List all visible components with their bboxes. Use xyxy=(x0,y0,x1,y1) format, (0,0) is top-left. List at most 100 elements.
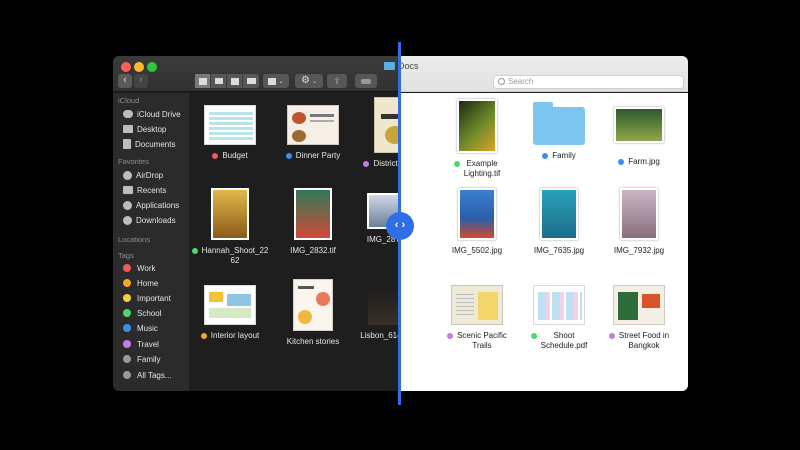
sidebar-item-downloads[interactable]: Downloads xyxy=(123,214,176,226)
sidebar-tag-home[interactable]: Home xyxy=(123,277,158,289)
search-field[interactable]: Search xyxy=(493,75,684,89)
tag-color-dot xyxy=(123,324,131,332)
group-button[interactable]: ⌄ xyxy=(263,74,289,88)
close-button[interactable] xyxy=(121,62,131,72)
file-farm[interactable]: Farm.jpg xyxy=(598,107,680,167)
document-thumbnail xyxy=(293,279,333,331)
sidebar-tag-work[interactable]: Work xyxy=(123,262,156,274)
tag-dot xyxy=(447,333,454,339)
action-button[interactable]: ⚙ ⌄ xyxy=(295,74,323,88)
airdrop-icon xyxy=(123,170,132,180)
tag-dot xyxy=(530,333,537,339)
file-img-2832[interactable]: IMG_2832.tif xyxy=(272,188,354,256)
tag-dot xyxy=(453,161,460,167)
file-img-7932[interactable]: IMG_7932.jpg xyxy=(598,188,680,256)
tag-dot xyxy=(212,153,219,159)
file-budget[interactable]: Budget xyxy=(189,105,271,161)
photo-thumbnail xyxy=(211,188,249,240)
minimize-button[interactable] xyxy=(134,62,144,72)
photo-thumbnail xyxy=(294,188,332,240)
sidebar-tag-all-tags[interactable]: All Tags... xyxy=(123,369,172,381)
pdf-thumbnail xyxy=(533,285,585,325)
tag-color-dot xyxy=(123,371,131,379)
cloud-icon xyxy=(123,110,133,118)
share-button[interactable]: ⇪ xyxy=(327,74,347,88)
file-img-7635[interactable]: IMG_7635.jpg xyxy=(518,188,600,256)
gear-icon: ⚙ ⌄ xyxy=(301,75,317,86)
group-by-icon: ⌄ xyxy=(263,74,289,88)
tag-color-dot xyxy=(123,355,131,363)
sidebar-tag-family[interactable]: Family xyxy=(123,353,161,365)
tag-icon xyxy=(355,74,377,88)
photo-thumbnail xyxy=(620,188,658,240)
sidebar-tag-travel[interactable]: Travel xyxy=(123,338,159,350)
tag-color-dot xyxy=(123,264,131,272)
forward-button[interactable]: › xyxy=(134,74,148,88)
tag-color-dot xyxy=(123,279,131,287)
map-thumbnail xyxy=(451,285,503,325)
tag-color-dot xyxy=(123,309,131,317)
sidebar-item-documents[interactable]: Documents xyxy=(123,138,175,150)
tag-dot xyxy=(618,159,625,165)
sidebar-section-locations: Locations xyxy=(118,235,151,244)
grid-icon xyxy=(198,77,207,85)
spreadsheet-thumbnail xyxy=(204,105,256,145)
sidebar-tag-important[interactable]: Important xyxy=(123,292,171,304)
icon-view-button[interactable] xyxy=(195,74,211,88)
tag-color-dot xyxy=(123,340,131,348)
photo-thumbnail xyxy=(540,188,578,240)
file-dinner-party[interactable]: Dinner Party xyxy=(272,105,354,161)
tag-dot xyxy=(191,248,198,254)
document-thumbnail xyxy=(287,105,339,145)
sidebar-section-tags: Tags xyxy=(118,251,134,260)
columns-icon xyxy=(230,77,239,85)
photo-thumbnail xyxy=(458,188,496,240)
folder-icon xyxy=(533,102,585,145)
tag-dot xyxy=(608,333,615,339)
file-street-food-bangkok[interactable]: Street Food in Bangkok xyxy=(598,285,680,351)
photo-thumbnail xyxy=(457,99,497,153)
toolbar-light: Search xyxy=(400,56,688,92)
file-shoot-schedule[interactable]: Shoot Schedule.pdf xyxy=(518,285,600,351)
sidebar-tag-music[interactable]: Music xyxy=(123,322,158,334)
list-icon xyxy=(214,78,223,84)
tag-dot xyxy=(542,153,549,159)
search-icon xyxy=(498,78,505,85)
document-icon xyxy=(123,139,131,149)
tag-dot xyxy=(363,161,370,167)
sidebar: iCloud iCloud Drive Desktop Documents Fa… xyxy=(113,93,189,391)
chevrons-left-right-icon: ‹ › xyxy=(394,219,406,231)
sidebar-item-airdrop[interactable]: AirDrop xyxy=(123,169,163,181)
file-example-lighting[interactable]: Example Lighting.tif xyxy=(436,99,518,179)
file-img-5502[interactable]: IMG_5502.jpg xyxy=(436,188,518,256)
tag-color-dot xyxy=(123,294,131,302)
window-title: Docs xyxy=(398,61,419,71)
desktop-icon xyxy=(123,125,133,133)
chevron-left-icon: ‹ xyxy=(123,74,127,86)
file-scenic-pacific-trails[interactable]: Scenic Pacific Trails xyxy=(436,285,518,351)
document-thumbnail xyxy=(613,285,665,325)
sidebar-tag-school[interactable]: School xyxy=(123,307,161,319)
column-view-button[interactable] xyxy=(227,74,243,88)
sidebar-section-icloud: iCloud xyxy=(118,96,140,105)
list-view-button[interactable] xyxy=(211,74,227,88)
sidebar-item-icloud-drive[interactable]: iCloud Drive xyxy=(123,108,181,120)
file-grid-dark: Budget Dinner Party District Market Hann… xyxy=(189,93,428,391)
sidebar-item-desktop[interactable]: Desktop xyxy=(123,123,166,135)
zoom-button[interactable] xyxy=(147,62,157,72)
back-button[interactable]: ‹ xyxy=(118,74,132,88)
tag-button[interactable] xyxy=(355,74,377,88)
sidebar-item-recents[interactable]: Recents xyxy=(123,184,166,196)
file-family-folder[interactable]: Family xyxy=(518,102,600,161)
file-hannah-shoot[interactable]: Hannah_Shoot_22 62 xyxy=(189,188,271,266)
sidebar-section-favorites: Favorites xyxy=(118,157,149,166)
download-icon xyxy=(123,215,132,225)
chevron-right-icon: › xyxy=(139,74,143,86)
document-thumbnail xyxy=(204,285,256,325)
comparison-slider-handle[interactable]: ‹ › xyxy=(386,212,414,240)
file-interior-layout[interactable]: Interior layout xyxy=(189,285,271,341)
file-kitchen-stories[interactable]: Kitchen stories xyxy=(272,279,354,347)
gallery-view-button[interactable] xyxy=(243,74,259,88)
sidebar-item-applications[interactable]: Applications xyxy=(123,199,179,211)
share-icon: ⇪ xyxy=(333,75,341,86)
